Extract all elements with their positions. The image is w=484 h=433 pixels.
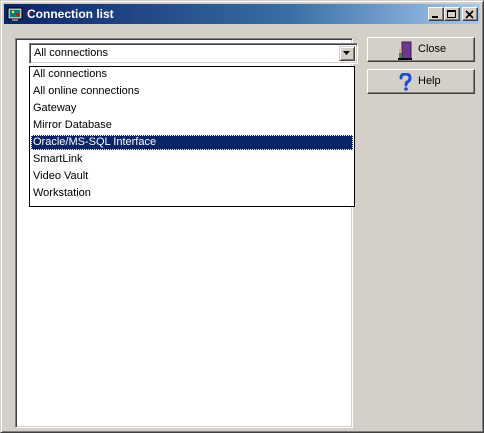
dropdown-option-all-online-connections[interactable]: All online connections <box>31 84 353 99</box>
close-button[interactable]: Close <box>367 37 475 62</box>
dropdown-option-all-connections[interactable]: All connections <box>31 67 353 82</box>
maximize-button[interactable] <box>444 7 460 21</box>
connection-filter-dropdown: All connections All online connections G… <box>29 66 355 207</box>
connection-filter-value: All connections <box>34 47 108 59</box>
dropdown-option-gateway[interactable]: Gateway <box>31 101 353 116</box>
chevron-down-icon <box>343 51 350 55</box>
dropdown-option-workstation[interactable]: Workstation <box>31 186 353 201</box>
dropdown-option-video-vault[interactable]: Video Vault <box>31 169 353 184</box>
question-mark-icon <box>398 72 412 94</box>
minimize-icon <box>432 16 438 18</box>
dropdown-arrow-button[interactable] <box>339 46 355 61</box>
dropdown-option-oracle-ms-sql-interface[interactable]: Oracle/MS-SQL Interface <box>31 135 353 150</box>
dropdown-option-smartlink[interactable]: SmartLink <box>31 152 353 167</box>
connection-filter-select[interactable]: All connections <box>29 43 358 64</box>
window-title: Connection list <box>27 7 114 21</box>
connection-list-window: Connection list All connections All conn… <box>0 0 484 433</box>
close-icon <box>465 10 474 19</box>
help-button[interactable]: Help <box>367 69 475 94</box>
help-button-label: Help <box>418 75 441 87</box>
door-exit-icon <box>398 41 412 63</box>
maximize-icon <box>447 10 456 18</box>
dropdown-option-mirror-database[interactable]: Mirror Database <box>31 118 353 133</box>
minimize-button[interactable] <box>428 7 444 21</box>
title-bar[interactable]: Connection list <box>4 4 480 24</box>
app-icon <box>7 6 23 22</box>
close-button-label: Close <box>418 43 447 55</box>
title-close-button[interactable] <box>462 7 478 21</box>
